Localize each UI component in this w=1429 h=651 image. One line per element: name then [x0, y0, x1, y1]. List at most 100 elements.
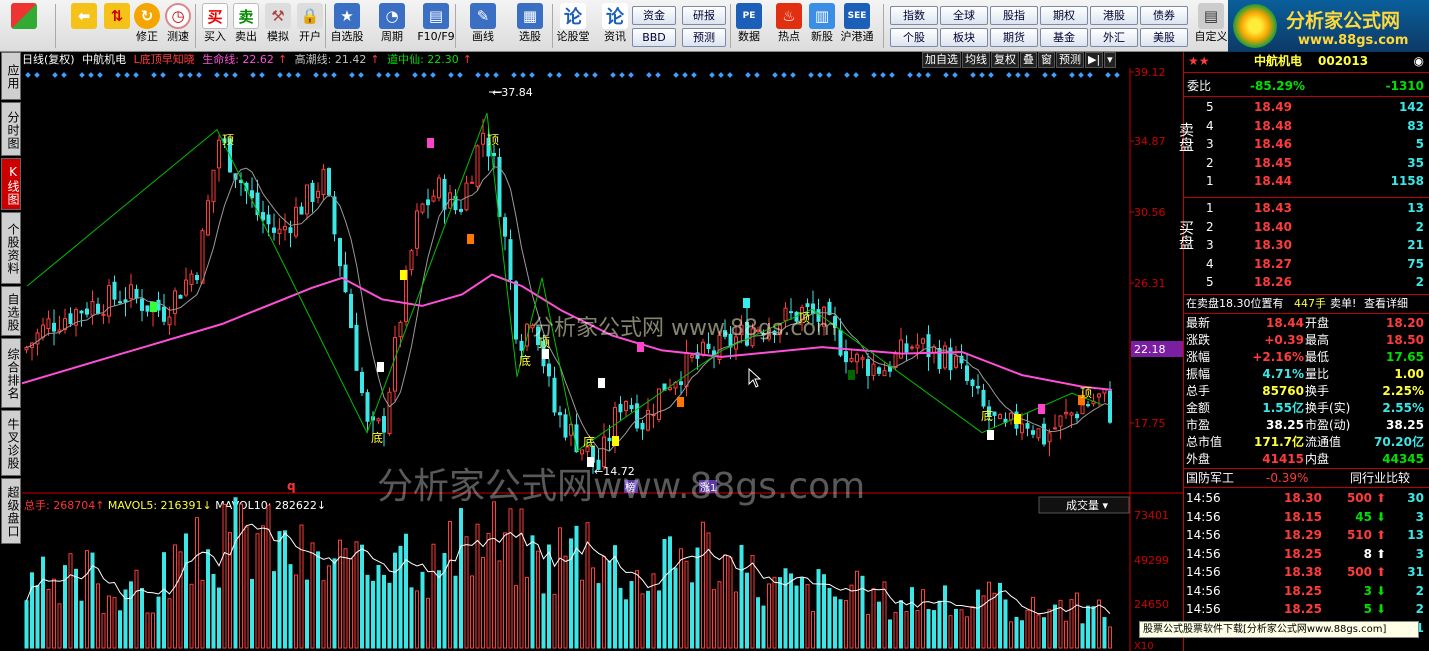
volume-bar: [426, 597, 430, 649]
dropdown-icon[interactable]: ▾: [1104, 52, 1116, 68]
toolbar-small-button[interactable]: 美股: [1140, 28, 1188, 47]
volume-total: 总手: 268704↑: [24, 498, 108, 512]
toolbar-small-button[interactable]: 债券: [1140, 6, 1188, 25]
grid-button[interactable]: [8, 3, 40, 49]
custom-button[interactable]: ▤ 自定义: [1195, 3, 1228, 49]
price-axis-label: 34.87: [1134, 135, 1166, 148]
cell: 振幅: [1186, 367, 1211, 381]
select-button[interactable]: ▦ 选股: [514, 3, 546, 49]
tab-3[interactable]: 个股资料: [1, 212, 21, 284]
notice-detail-link[interactable]: 查看详细: [1364, 295, 1408, 313]
kline-chart[interactable]: 39.1234.8730.5626.3122.1817.7522.18顶顶顶顶顶…: [22, 52, 1183, 651]
cell: 最高: [1305, 333, 1330, 347]
volume-bar: [437, 570, 441, 649]
cell: 外盘: [1186, 452, 1211, 466]
toolbar-small-button[interactable]: 研报: [682, 6, 726, 25]
volume-bar: [459, 508, 463, 649]
new-stock-button[interactable]: ▥ 新股: [806, 3, 838, 49]
toolbar-small-button[interactable]: 指数: [890, 6, 938, 25]
chart-tool-button[interactable]: 加自选: [922, 52, 961, 68]
industry-compare-link[interactable]: 同行业比较: [1350, 469, 1410, 487]
cell: 18.26: [1254, 275, 1292, 289]
cell: 涨跌: [1186, 333, 1211, 347]
volume-bar: [959, 609, 964, 649]
toolbar-small-button[interactable]: 资金: [632, 6, 676, 25]
toolbar-small-button[interactable]: 全球: [940, 6, 988, 25]
cell: 38.25: [1266, 418, 1304, 432]
volume-bar: [85, 550, 89, 649]
pen-button[interactable]: ✎ 画线: [467, 3, 499, 49]
toolbar-small-button[interactable]: 外汇: [1090, 28, 1138, 47]
volume-bar: [228, 532, 232, 649]
tab-6[interactable]: 牛叉诊股: [1, 410, 21, 476]
sell-icon: 卖: [233, 3, 259, 29]
volume-bar: [173, 544, 177, 649]
chart-tool-button[interactable]: 叠: [1020, 52, 1037, 68]
candle-body: [206, 200, 210, 236]
candle-body: [1108, 390, 1112, 423]
cell: 18.29: [1284, 528, 1322, 542]
logo-flower-icon: [1233, 4, 1277, 48]
volume-bar: [514, 585, 518, 649]
candle-body: [563, 414, 568, 438]
cell: 5: [1415, 137, 1424, 151]
cycle-button[interactable]: ◔ 周期: [376, 3, 408, 49]
volume-bar: [530, 535, 535, 649]
volume-bar: [684, 560, 689, 649]
f10-button[interactable]: ▤ F10/F9: [417, 3, 455, 49]
toolbar-small-button[interactable]: 基金: [1040, 28, 1088, 47]
industry-link[interactable]: 国防军工: [1186, 469, 1234, 487]
toolbar-small-button[interactable]: 港股: [1090, 6, 1138, 25]
volume-bar: [767, 583, 771, 649]
cell: 3: [1363, 583, 1372, 598]
data-button[interactable]: PE 数据: [733, 3, 765, 49]
signal-diamond: [187, 72, 193, 78]
buy-level-row: 1 18.43 13: [1184, 199, 1429, 217]
lock-button[interactable]: 🔒 开户: [294, 3, 326, 49]
info-button[interactable]: 论资讯: [599, 3, 631, 49]
toolbar-small-button[interactable]: 期货: [990, 28, 1038, 47]
volume-bar: [189, 583, 194, 649]
toolbar-small-button[interactable]: 股指: [990, 6, 1038, 25]
tab-2[interactable]: K线图: [1, 158, 21, 210]
pin-icon[interactable]: ▶|: [1085, 52, 1104, 68]
chart-tool-button[interactable]: 预测: [1056, 52, 1084, 68]
tab-4[interactable]: 自选股: [1, 286, 21, 336]
star-button[interactable]: ★ 自选股: [331, 3, 364, 49]
volume-bar: [68, 553, 73, 649]
volume-bar: [239, 503, 243, 649]
signal-diamond: [115, 72, 121, 78]
volume-bar: [200, 579, 205, 649]
volume-bar: [943, 585, 947, 649]
volume-bar: [365, 574, 370, 649]
volume-bar: [789, 573, 793, 649]
toolbar-small-button[interactable]: 个股: [890, 28, 938, 47]
volume-bar: [794, 585, 799, 649]
tab-5[interactable]: 综合排名: [1, 338, 21, 408]
candle-body: [690, 354, 694, 358]
toolbar-small-button[interactable]: 板块: [940, 28, 988, 47]
toolbar-small-button[interactable]: BBD: [632, 28, 676, 47]
candle-body: [503, 217, 507, 237]
chart-tool-button[interactable]: 复权: [991, 52, 1019, 68]
chart-tool-button[interactable]: 均线: [962, 52, 990, 68]
tab-7[interactable]: 超级盘口: [1, 478, 21, 544]
volume-bar: [624, 599, 628, 649]
forum-button[interactable]: 论论股堂: [557, 3, 590, 49]
hk-button[interactable]: SEE 沪港通: [841, 3, 874, 49]
candle-body: [349, 293, 353, 329]
tab-1[interactable]: 分时图: [1, 102, 21, 156]
toolbar-label: 选股: [519, 30, 541, 43]
chart-tool-button[interactable]: 窗: [1038, 52, 1055, 68]
tab-0[interactable]: 应用: [1, 52, 21, 100]
signal-diamond: [1105, 72, 1111, 78]
back-arrow-button[interactable]: ⬅: [68, 3, 100, 49]
chart-line2: 高潮线: 21.42: [294, 53, 367, 66]
volume-bar: [156, 596, 161, 649]
toolbar-small-button[interactable]: 期权: [1040, 6, 1088, 25]
clock-button[interactable]: ◷ 测速: [162, 3, 194, 49]
candle-body: [189, 273, 194, 286]
quote-stat-row: 总市值 171.7亿 流通值 70.20亿: [1184, 433, 1429, 451]
volume-bar: [255, 533, 260, 649]
toolbar-small-button[interactable]: 预测: [682, 28, 726, 47]
